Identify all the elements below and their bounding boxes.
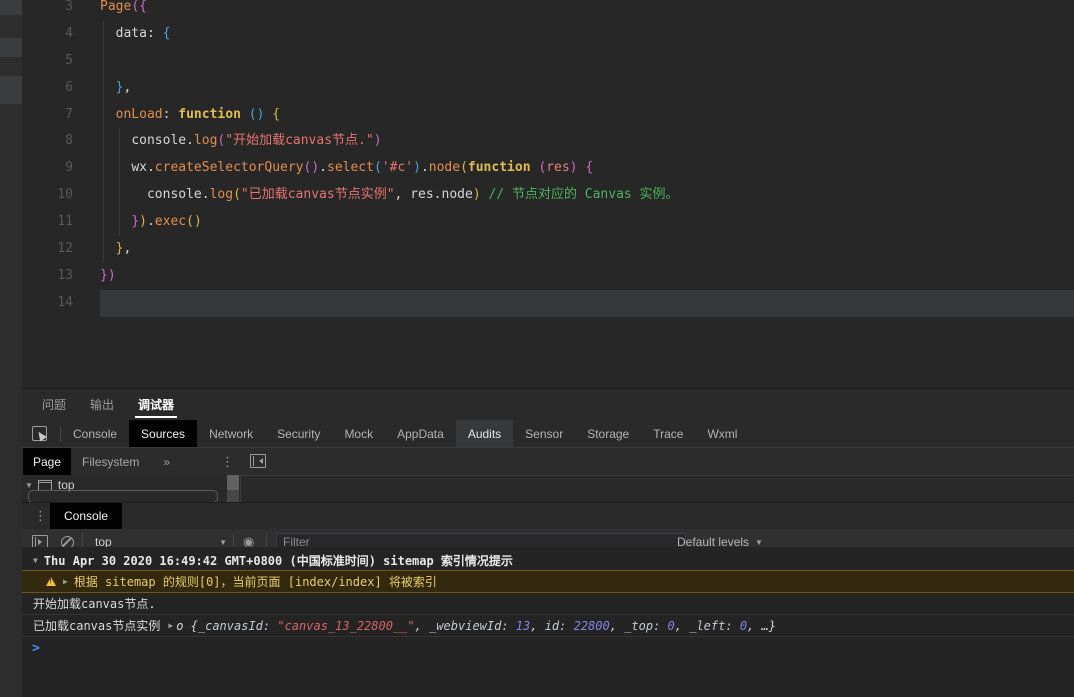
pane-border	[240, 475, 1074, 476]
line-number: 9	[65, 160, 73, 176]
devtools-tab-trace[interactable]: Trace	[641, 420, 695, 447]
devtools-tab-audits[interactable]: Audits	[455, 420, 514, 447]
console-log-message: 开始加载canvas节点.	[22, 593, 1074, 615]
log-message-text: 已加载canvas节点实例	[33, 619, 161, 633]
line-number: 7	[65, 106, 73, 122]
line-number: 5	[65, 52, 73, 68]
console-prompt[interactable]: >	[22, 637, 1074, 660]
debug-panel: 问题 输出 调试器 Console Sources Network Security Moc…	[22, 388, 1074, 697]
log-message-text: 开始加载canvas节点.	[33, 597, 156, 611]
line-number: 4	[65, 25, 73, 41]
panel-tab[interactable]: 输出	[87, 389, 117, 420]
collapse-sidebar-icon[interactable]	[250, 454, 266, 468]
devtools-tab-console[interactable]: Console	[61, 420, 129, 447]
overflow-chevron-icon[interactable]: »	[163, 455, 170, 469]
devtools-tab-security[interactable]: Security	[265, 420, 332, 447]
prompt-chevron-icon: >	[32, 641, 40, 656]
drawer-menu-icon[interactable]: ⋮	[34, 508, 47, 524]
tab-page[interactable]: Page	[23, 448, 72, 475]
panel-tab-bar: 问题 输出 调试器	[22, 389, 1074, 420]
line-number: 14	[57, 294, 73, 310]
devtools-tab-storage[interactable]: Storage	[575, 420, 641, 447]
indent-guide	[103, 21, 104, 263]
line-number: 10	[57, 187, 73, 203]
expand-arrow-icon[interactable]: ▶	[168, 621, 173, 630]
devtools-tab-network[interactable]: Network	[197, 420, 265, 447]
chevron-down-icon: ▼	[219, 537, 227, 547]
collapse-arrow-icon[interactable]: ▼	[33, 556, 38, 565]
line-number: 11	[57, 214, 73, 230]
line-number-gutter: 3 4 5 6 7 8 9 10 11 12 13 14	[22, 0, 100, 317]
current-code-line	[100, 289, 1074, 317]
devtools-tab-mock[interactable]: Mock	[332, 420, 385, 447]
line-number: 6	[65, 79, 73, 95]
console-group-message[interactable]: ▼ Thu Apr 30 2020 16:49:42 GMT+0800 (中国标…	[22, 550, 1074, 570]
code-line: wx.createSelectorQuery().select('#c').no…	[131, 160, 594, 176]
devtools-tab-sources[interactable]: Sources	[129, 420, 198, 447]
code-line: console.log("已加载canvas节点实例", res.node) /…	[146, 187, 679, 203]
panel-tab[interactable]: 调试器	[135, 389, 178, 420]
code-line: }).exec()	[131, 214, 202, 230]
pane-divider[interactable]	[240, 475, 241, 502]
devtools-tab-sensor[interactable]: Sensor	[513, 420, 575, 447]
console-output: ▼ Thu Apr 30 2020 16:49:42 GMT+0800 (中国标…	[22, 547, 1074, 697]
console-warning-message: ▶ 根据 sitemap 的规则[0]，当前页面 [index/index] 将…	[22, 570, 1074, 593]
sources-navigator-bar: Page Filesystem » ⋮	[22, 448, 1074, 475]
object-preview: o {_canvasId: "canvas_13_22800__", _webv…	[176, 618, 776, 633]
code-line: onLoad: function () {	[115, 106, 281, 122]
expand-arrow-icon[interactable]: ▶	[63, 577, 68, 586]
code-line: Page({	[100, 0, 147, 14]
code-line: },	[115, 79, 132, 95]
devtools-tab-appdata[interactable]: AppData	[385, 420, 456, 447]
indent-guide	[119, 128, 120, 236]
line-number: 12	[57, 241, 73, 257]
more-options-icon[interactable]: ⋮	[221, 448, 234, 475]
code-line: })	[100, 267, 116, 283]
warning-icon	[46, 577, 56, 586]
group-message-text: Thu Apr 30 2020 16:49:42 GMT+0800 (中国标准时…	[43, 553, 513, 568]
tab-filesystem[interactable]: Filesystem	[72, 448, 149, 475]
expand-arrow-icon[interactable]: ▼	[25, 481, 33, 490]
code-line: console.log("开始加载canvas节点.")	[131, 133, 382, 149]
code-editor[interactable]: 3 4 5 6 7 8 9 10 11 12 13 14 Page({ data: { }, onLo…	[22, 0, 1074, 388]
devtools-tab-wxml[interactable]: Wxml	[695, 420, 749, 447]
tree-row-highlight	[0, 0, 22, 15]
line-number: 3	[65, 0, 73, 14]
devtools-tab-bar: Console Sources Network Security Mock AppData…	[22, 420, 1074, 448]
tree-row-highlight	[0, 76, 22, 104]
warning-message-text: 根据 sitemap 的规则[0]，当前页面 [index/index] 将被索…	[73, 575, 437, 589]
tree-row-highlight	[0, 38, 22, 57]
wechat-devtools-window: 3 4 5 6 7 8 9 10 11 12 13 14 Page({ data: { }, onLo…	[0, 0, 1074, 697]
chevron-down-icon: ▼	[755, 537, 763, 547]
line-number: 8	[65, 133, 73, 149]
console-drawer-tab-bar: ⋮ Console	[22, 502, 1074, 529]
console-log-object-message: 已加载canvas节点实例 ▶ o {_canvasId: "canvas_13…	[22, 615, 1074, 637]
frame-icon	[37, 479, 52, 491]
code-line: data: {	[100, 25, 171, 41]
inspect-element-icon[interactable]	[32, 426, 47, 442]
file-tree-edge	[0, 0, 22, 697]
code-area[interactable]: Page({ data: { }, onLoad: function () { …	[100, 0, 1074, 317]
line-number: 13	[57, 267, 73, 283]
navigator-scrollbar[interactable]	[227, 475, 239, 502]
tab-console[interactable]: Console	[50, 503, 123, 529]
panel-tab[interactable]: 问题	[39, 389, 69, 420]
frame-tree-panel: ▼ top	[22, 475, 1074, 503]
code-line: },	[115, 241, 132, 257]
